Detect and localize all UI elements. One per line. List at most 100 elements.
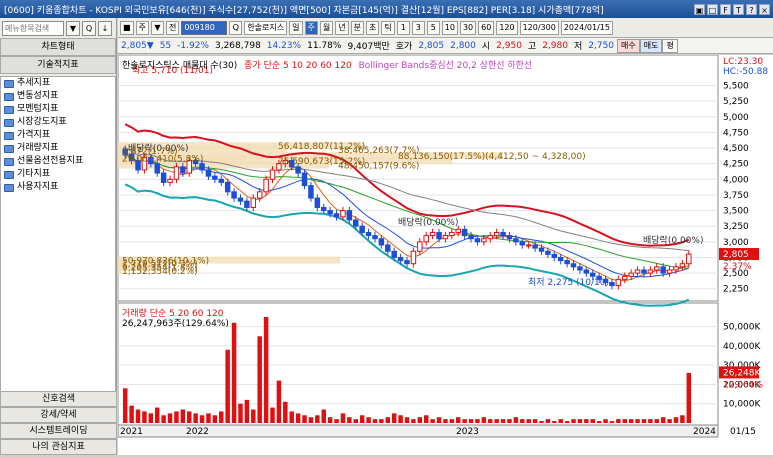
candle-body [429, 231, 436, 237]
volume-bar [148, 413, 154, 423]
candle-body [474, 238, 481, 243]
volume-current-label: 26,248K [723, 368, 761, 378]
period-month[interactable]: 월 [319, 20, 334, 35]
avg-button[interactable]: 평 [662, 38, 678, 53]
volume-bar [475, 419, 480, 423]
search-icon[interactable]: Q [82, 20, 96, 36]
candle-body [634, 269, 641, 274]
my-indicators-button[interactable]: 나의 관심지표 [0, 439, 117, 455]
tree-label: 추세지표 [17, 78, 51, 88]
date-input[interactable]: 2024/01/15 [560, 20, 613, 35]
volume-bar [558, 419, 563, 423]
volume-bar [366, 417, 371, 423]
window-btn-f[interactable]: F [720, 3, 731, 15]
min-3[interactable]: 3 [411, 20, 425, 35]
close-button[interactable]: × [759, 3, 770, 15]
tree-item-futures[interactable]: 선물옵션전용지표 [1, 155, 115, 168]
volume-bar [334, 419, 339, 423]
price-annotation: 최저 2,275 (10/10) [528, 277, 609, 288]
tree-item-price[interactable]: 가격지표 [1, 129, 115, 142]
stock-code-input[interactable]: 009180 [181, 20, 228, 35]
tree-item-volatility[interactable]: 변동성지표 [1, 90, 115, 103]
all-select[interactable]: 전 [165, 20, 180, 35]
volume-bar [321, 409, 326, 423]
signal-search-button[interactable]: 신호검색 [0, 391, 117, 407]
volume-bar [571, 419, 576, 423]
volume-bar [622, 419, 627, 423]
current-price: 2,805▼ [121, 40, 154, 51]
candle-body [327, 210, 333, 215]
candle-body [417, 241, 423, 252]
menu-search-input[interactable] [2, 20, 64, 36]
tree-item-momentum[interactable]: 모멘텀지표 [1, 103, 115, 116]
volume-bar [154, 407, 160, 423]
min-120[interactable]: 120 [496, 20, 518, 35]
price-tick-label: 4,500 [723, 144, 749, 154]
min-10[interactable]: 10 [441, 20, 458, 35]
buy-button[interactable]: 매수 [617, 38, 640, 53]
volume-bar [283, 401, 288, 423]
dropdown-icon[interactable]: ▼ [66, 20, 80, 36]
min-1[interactable]: 1 [396, 20, 410, 35]
window-btn-restore[interactable]: ▣ [694, 3, 705, 15]
candle-body [244, 200, 250, 208]
tree-item-volume[interactable]: 거래량지표 [1, 142, 115, 155]
volume-bar [462, 419, 467, 423]
window-btn-t[interactable]: T [733, 3, 744, 15]
candle-body [314, 197, 321, 208]
price-tick-label: 2,250 [723, 285, 749, 295]
price-annotation: 배당락(0.00%) [128, 142, 188, 154]
search-icon[interactable]: Q [229, 20, 243, 35]
candle-body [218, 178, 225, 183]
volume-bar [648, 419, 653, 423]
candle-body [519, 241, 526, 246]
title-bar: [0600] 키움종합차트 - KOSPI 외국인보유[646(천)] 주식수[… [0, 0, 773, 18]
tree-item-other[interactable]: 기타지표 [1, 168, 115, 181]
min-30[interactable]: 30 [459, 20, 477, 35]
period-minute[interactable]: 분 [350, 20, 364, 35]
candle-body [308, 185, 314, 199]
candle-body [551, 253, 558, 258]
sell-button[interactable]: 매도 [639, 38, 663, 53]
window-btn-max[interactable]: □ [707, 3, 718, 15]
volume-bar [308, 417, 314, 423]
period-tick[interactable]: 틱 [381, 20, 395, 35]
volume-bar [494, 419, 499, 423]
folder-icon [4, 183, 14, 192]
download-icon[interactable]: ↓ [98, 20, 112, 36]
volume-bar [481, 417, 487, 423]
price-tick-label: 4,000 [723, 175, 749, 185]
price-volume-chart[interactable]: 5,500 5,250 5,000 4,750 4,500 4,250 4,000 3,750… [117, 54, 773, 455]
chart-type-header[interactable]: 차트형태 [0, 38, 116, 56]
price-legend: 한솔로지스틱스 매물대 수(30) 종가 단순 5 10 20 60 120 B… [122, 58, 532, 71]
candle-body [468, 235, 474, 240]
data-count[interactable]: 120/300 [519, 20, 559, 35]
market-select[interactable]: 주 [135, 20, 149, 35]
tree-item-market-strength[interactable]: 시장강도지표 [1, 116, 115, 129]
volume-bar [359, 415, 365, 423]
strength-button[interactable]: 강세/약세 [0, 407, 117, 423]
min-5[interactable]: 5 [426, 20, 440, 35]
period-second[interactable]: 초 [366, 20, 380, 35]
current-pct-label: 2.37% [723, 262, 752, 272]
tree-label: 시장강도지표 [17, 117, 67, 127]
market-dropdown-icon[interactable]: ▼ [150, 20, 164, 35]
min-60[interactable]: 60 [478, 20, 495, 35]
candle-body [622, 275, 628, 280]
volume-bar [545, 419, 551, 423]
chart-area[interactable]: 5,500 5,250 5,000 4,750 4,500 4,250 4,000 3,750… [117, 54, 773, 455]
volume-tick-label: 50,000K [723, 323, 761, 333]
tech-indicator-header[interactable]: 기술적지표 [0, 56, 116, 74]
period-day[interactable]: 일 [289, 20, 303, 35]
period-week[interactable]: 주 [304, 20, 318, 35]
grid-icon[interactable]: ■ [120, 20, 134, 35]
period-year[interactable]: 년 [335, 20, 349, 35]
volume-bar [468, 419, 474, 423]
candle-body [609, 281, 615, 287]
volume-bar [225, 349, 230, 423]
tree-item-trend[interactable]: 추세지표 [1, 77, 115, 90]
help-button[interactable]: ? [746, 3, 757, 15]
candle-body [577, 266, 583, 271]
tree-item-user[interactable]: 사용자지표 [1, 181, 115, 194]
system-trading-button[interactable]: 시스템트레이딩 [0, 423, 117, 439]
